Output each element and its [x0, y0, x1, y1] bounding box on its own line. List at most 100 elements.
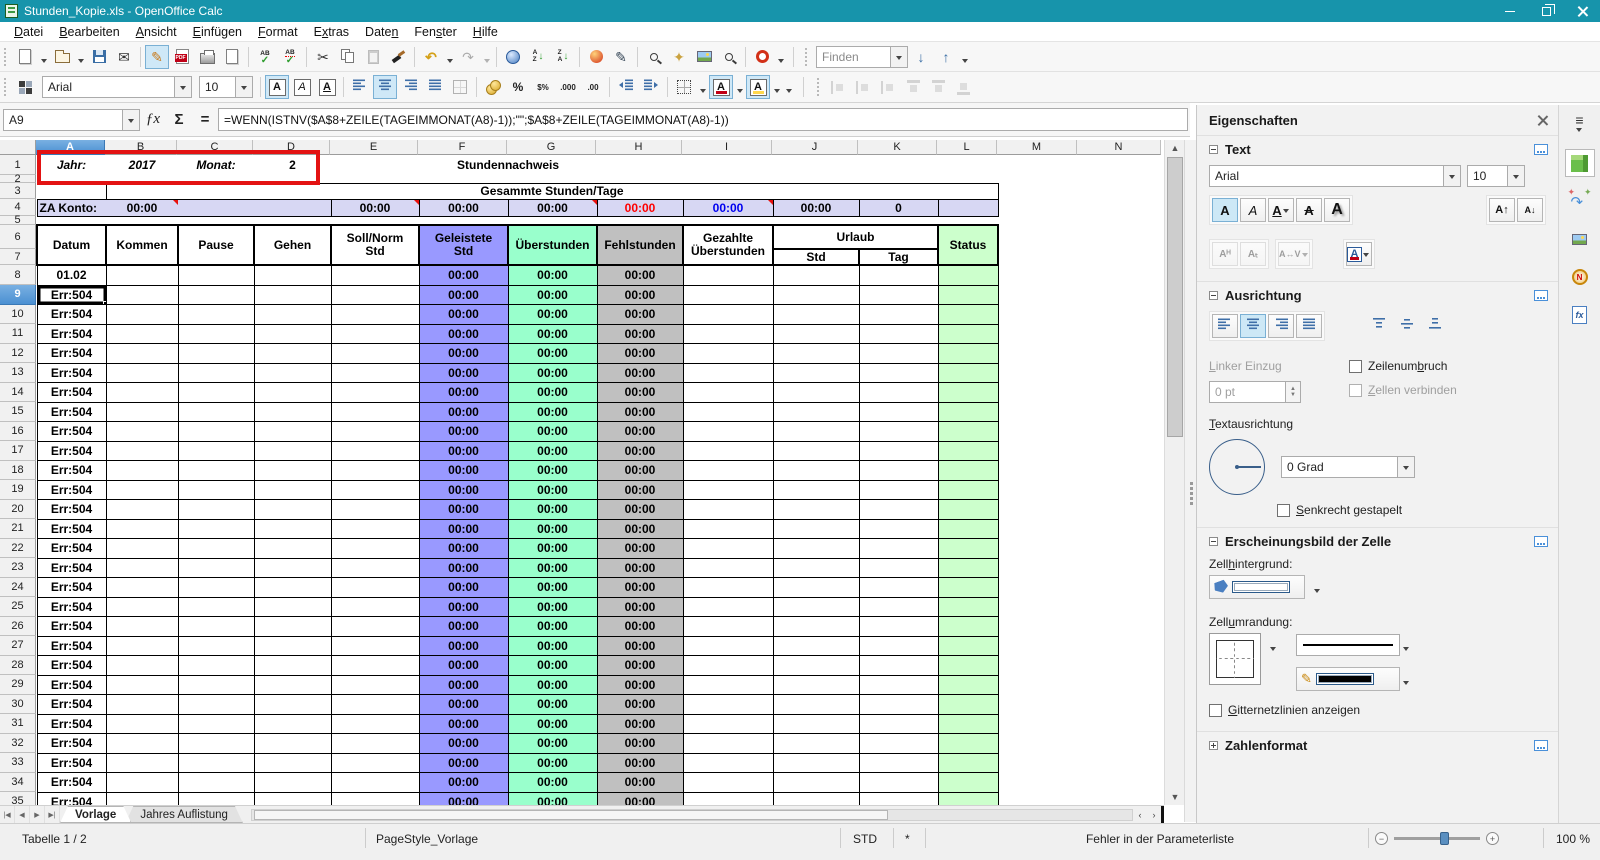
- cell-L4[interactable]: [937, 198, 999, 217]
- cell-H33[interactable]: 00:00: [596, 752, 684, 773]
- object-align-center-button[interactable]: [851, 75, 875, 99]
- cell-K27[interactable]: [858, 635, 939, 656]
- cell-C28[interactable]: [177, 655, 255, 676]
- cell-I30[interactable]: [682, 694, 774, 715]
- sidebar-italic-button[interactable]: A: [1240, 198, 1266, 222]
- sidebar-align-center-button[interactable]: [1240, 314, 1266, 338]
- cell-A19[interactable]: Err:504: [36, 479, 107, 500]
- row-header-20[interactable]: 20: [0, 499, 36, 519]
- cell-I20[interactable]: [682, 499, 774, 520]
- cell-J33[interactable]: [772, 752, 860, 773]
- cell-D32[interactable]: [253, 733, 332, 754]
- cell-H21[interactable]: 00:00: [596, 518, 684, 539]
- cell-D33[interactable]: [253, 752, 332, 773]
- cell-F34[interactable]: 00:00: [418, 772, 509, 793]
- sidebar-close-icon[interactable]: [1537, 115, 1548, 126]
- cell-E12[interactable]: [330, 343, 420, 364]
- cell-D35[interactable]: [253, 791, 332, 805]
- cell-D10[interactable]: [253, 304, 332, 325]
- row-header-34[interactable]: 34: [0, 772, 36, 792]
- merge-cells-button[interactable]: [448, 75, 472, 99]
- cell-B31[interactable]: [105, 713, 179, 734]
- cell-B23[interactable]: [105, 557, 179, 578]
- cell-C22[interactable]: [177, 538, 255, 559]
- open-button[interactable]: [50, 45, 74, 69]
- next-sheet-button[interactable]: ▶: [30, 806, 45, 823]
- row-header-3[interactable]: 3: [0, 183, 36, 199]
- cell-G14[interactable]: 00:00: [507, 382, 598, 403]
- scroll-left-button[interactable]: ‹: [1133, 806, 1147, 823]
- cell-J28[interactable]: [772, 655, 860, 676]
- cell-H26[interactable]: 00:00: [596, 616, 684, 637]
- cell-H22[interactable]: 00:00: [596, 538, 684, 559]
- header-soll-norm-std[interactable]: Soll/Norm Std: [330, 224, 420, 266]
- sidebar-underline-button[interactable]: A: [1268, 198, 1294, 222]
- cell-G18[interactable]: 00:00: [507, 460, 598, 481]
- insert-chart-button[interactable]: [584, 45, 608, 69]
- cell-B10[interactable]: [105, 304, 179, 325]
- cell-I28[interactable]: [682, 655, 774, 676]
- cell-L11[interactable]: [937, 323, 999, 344]
- cell-K16[interactable]: [858, 421, 939, 442]
- cell-K30[interactable]: [858, 694, 939, 715]
- hyperlink-button[interactable]: [501, 45, 525, 69]
- cell-B18[interactable]: [105, 460, 179, 481]
- row-header-21[interactable]: 21: [0, 519, 36, 539]
- cell-E1[interactable]: [331, 155, 419, 175]
- styles-button[interactable]: [13, 75, 37, 99]
- find-toolbar-overflow[interactable]: [959, 45, 970, 69]
- currency-button[interactable]: [481, 75, 505, 99]
- format-paintbrush-button[interactable]: [386, 45, 410, 69]
- cell-I21[interactable]: [682, 518, 774, 539]
- cell-J30[interactable]: [772, 694, 860, 715]
- decrease-font-size-button[interactable]: A↓: [1517, 198, 1543, 222]
- cell-A32[interactable]: Err:504: [36, 733, 107, 754]
- cell-L19[interactable]: [937, 479, 999, 500]
- decrease-indent-button[interactable]: [614, 75, 638, 99]
- cell-G21[interactable]: 00:00: [507, 518, 598, 539]
- cell-A30[interactable]: Err:504: [36, 694, 107, 715]
- align-center-button[interactable]: [373, 75, 397, 99]
- cell-J10[interactable]: [772, 304, 860, 325]
- cell-F13[interactable]: 00:00: [418, 362, 509, 383]
- sort-descending-button[interactable]: Z A ↓: [551, 45, 575, 69]
- cell-B12[interactable]: [105, 343, 179, 364]
- sidebar-shadow-button[interactable]: A: [1324, 198, 1350, 222]
- cell-E35[interactable]: [330, 791, 420, 805]
- row-header-10[interactable]: 10: [0, 304, 36, 324]
- column-header-E[interactable]: E: [330, 140, 418, 155]
- cell-K25[interactable]: [858, 596, 939, 617]
- cell-E24[interactable]: [330, 577, 420, 598]
- cell-F18[interactable]: 00:00: [418, 460, 509, 481]
- row-header-6[interactable]: 6: [0, 225, 36, 249]
- borders-dropdown[interactable]: [697, 75, 708, 99]
- cell-C10[interactable]: [177, 304, 255, 325]
- border-line-style-button[interactable]: [1296, 634, 1400, 656]
- cell-A20[interactable]: Err:504: [36, 499, 107, 520]
- cell-F9[interactable]: 00:00: [418, 284, 509, 305]
- cell-K11[interactable]: [858, 323, 939, 344]
- cell-J4[interactable]: 00:00: [772, 198, 860, 217]
- sidebar-font-size-combobox[interactable]: 10: [1467, 165, 1525, 187]
- minimize-button[interactable]: [1492, 0, 1528, 22]
- cell-E20[interactable]: [330, 499, 420, 520]
- cell-E23[interactable]: [330, 557, 420, 578]
- cell-L23[interactable]: [937, 557, 999, 578]
- cell-A28[interactable]: Err:504: [36, 655, 107, 676]
- cell-I34[interactable]: [682, 772, 774, 793]
- collapse-icon[interactable]: [1209, 145, 1218, 154]
- cell-I22[interactable]: [682, 538, 774, 559]
- cell-H17[interactable]: 00:00: [596, 440, 684, 461]
- percent-button[interactable]: %: [506, 75, 530, 99]
- rotation-dropdown[interactable]: [1397, 457, 1414, 477]
- cell-E32[interactable]: [330, 733, 420, 754]
- cell-F4[interactable]: 00:00: [418, 198, 509, 217]
- cell-A16[interactable]: Err:504: [36, 421, 107, 442]
- cell-A8[interactable]: 01.02: [36, 264, 107, 286]
- cell-B30[interactable]: [105, 694, 179, 715]
- styles-tab[interactable]: ↷: [1565, 187, 1595, 215]
- underline-button[interactable]: A: [315, 75, 339, 99]
- cell-B32[interactable]: [105, 733, 179, 754]
- cell-F15[interactable]: 00:00: [418, 401, 509, 422]
- cell-A34[interactable]: Err:504: [36, 772, 107, 793]
